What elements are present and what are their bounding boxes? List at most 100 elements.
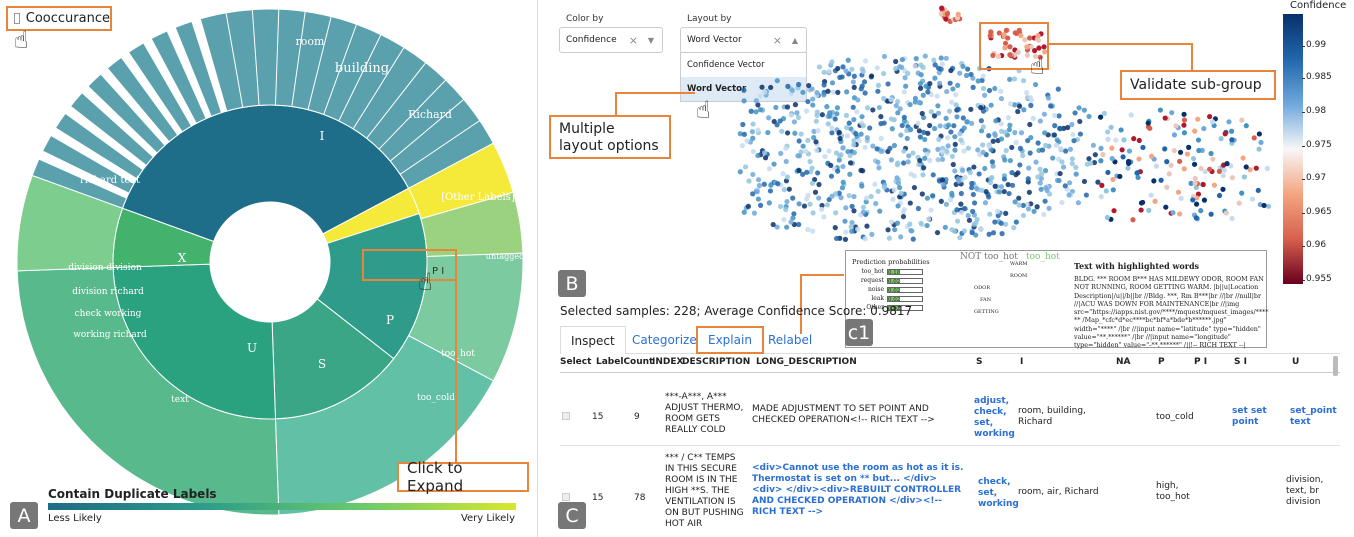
scatter-point[interactable] [919,110,925,117]
scatter-point[interactable] [878,148,884,154]
scatter-point[interactable] [1249,196,1256,202]
scatter-point[interactable] [935,146,941,152]
scatter-point[interactable] [919,191,925,197]
scatter-point[interactable] [952,141,958,147]
scatter-point[interactable] [757,202,764,208]
scatter-point[interactable] [780,171,786,177]
scatter-point[interactable] [1228,128,1235,134]
scatter-point[interactable] [1101,110,1107,116]
scatter-point[interactable] [805,98,811,105]
scatter-point[interactable] [804,169,810,175]
scatter-point[interactable] [1042,168,1049,174]
scatter-point[interactable] [898,234,904,240]
scatter-point[interactable] [1024,89,1030,96]
table-row[interactable]: 15 9 ***-A***, A*** ADJUST THERMO, ROOM … [560,376,1340,446]
scatter-point[interactable] [803,108,810,114]
scatter-point[interactable] [1146,207,1152,213]
scatter-point[interactable] [876,165,882,171]
scatter-point[interactable] [1192,128,1198,134]
scatter-point[interactable] [1258,139,1264,146]
scatter-point[interactable] [812,189,819,195]
scatter-point[interactable] [974,216,980,223]
scatter-point[interactable] [788,112,794,118]
scatter-point[interactable] [1051,112,1058,119]
scatter-point[interactable] [805,137,811,144]
scatter-point[interactable] [870,143,876,149]
scatter-point[interactable] [1025,176,1031,182]
scatter-point[interactable] [1005,115,1011,121]
column-header-na[interactable]: NA [1116,357,1131,367]
scatter-point[interactable] [978,105,984,111]
scatter-point[interactable] [1195,116,1201,122]
scatter-point[interactable] [980,124,986,130]
scatter-point[interactable] [805,226,811,233]
column-header-index[interactable]: INDEX [652,357,683,367]
scatter-point[interactable] [781,187,787,193]
scatter-point[interactable] [962,174,968,181]
column-header-i[interactable]: I [1020,357,1023,367]
scatter-point[interactable] [1081,107,1087,113]
scatter-point[interactable] [1027,121,1033,128]
scatter-point[interactable] [1229,215,1235,222]
scatter-point[interactable] [1220,186,1226,192]
table-scrollbar[interactable] [1333,356,1338,376]
scatter-point[interactable] [917,157,923,164]
scatter-point[interactable] [788,219,794,225]
scatter-point[interactable] [1216,192,1223,199]
scatter-point[interactable] [824,104,830,110]
scatter-point[interactable] [895,160,901,166]
scatter-point[interactable] [1017,145,1024,151]
scatter-point[interactable] [989,159,995,165]
scatter-point[interactable] [1046,205,1052,211]
scatter-point[interactable] [825,121,831,127]
scatter-point[interactable] [1003,221,1009,227]
scatter-point[interactable] [942,224,948,230]
scatter-point[interactable] [1105,169,1111,176]
scatter-point[interactable] [898,132,904,138]
scatter-point[interactable] [784,130,791,136]
scatter-point[interactable] [1058,146,1064,152]
scatter-point[interactable] [881,95,887,102]
scatter-point[interactable] [815,128,821,134]
scatter-point[interactable] [862,236,868,242]
scatter-point[interactable] [1090,142,1096,148]
scatter-point[interactable] [829,193,835,199]
scatter-point[interactable] [875,159,881,165]
scatter-point[interactable] [881,53,888,60]
tab-explain[interactable]: Explain [696,326,764,354]
scatter-point[interactable] [851,193,857,200]
scatter-point[interactable] [1164,159,1170,165]
scatter-point[interactable] [965,213,971,219]
scatter-point[interactable] [755,152,761,159]
scatter-point[interactable] [1056,113,1062,119]
scatter-point[interactable] [982,165,988,172]
scatter-point[interactable] [998,220,1004,226]
scatter-point[interactable] [1104,214,1110,221]
scatter-point[interactable] [792,102,799,108]
scatter-point[interactable] [1016,195,1022,201]
scatter-point[interactable] [935,157,941,163]
scatter-point[interactable] [796,201,802,207]
scatter-point[interactable] [1007,76,1013,83]
tab-categorize[interactable]: Categorize [622,326,707,354]
scatter-point[interactable] [796,138,802,144]
scatter-point[interactable] [1208,211,1214,217]
scatter-point[interactable] [829,59,835,65]
scatter-point[interactable] [1210,156,1216,162]
scatter-point[interactable] [872,181,878,187]
scatter-point[interactable] [1171,147,1177,154]
scatter-point[interactable] [810,96,816,102]
scatter-point[interactable] [937,123,943,129]
scatter-point[interactable] [922,53,928,59]
scatter-point[interactable] [1163,204,1169,210]
scatter-point[interactable] [842,236,849,242]
scatter-point[interactable] [891,142,898,149]
scatter-point[interactable] [907,200,913,206]
column-header-u[interactable]: U [1292,357,1299,367]
scatter-point[interactable] [1098,158,1104,164]
scatter-point[interactable] [932,125,938,132]
scatter-point[interactable] [794,110,800,116]
scatter-point[interactable] [877,208,883,214]
scatter-point[interactable] [785,83,791,89]
scatter-point[interactable] [1171,132,1178,138]
